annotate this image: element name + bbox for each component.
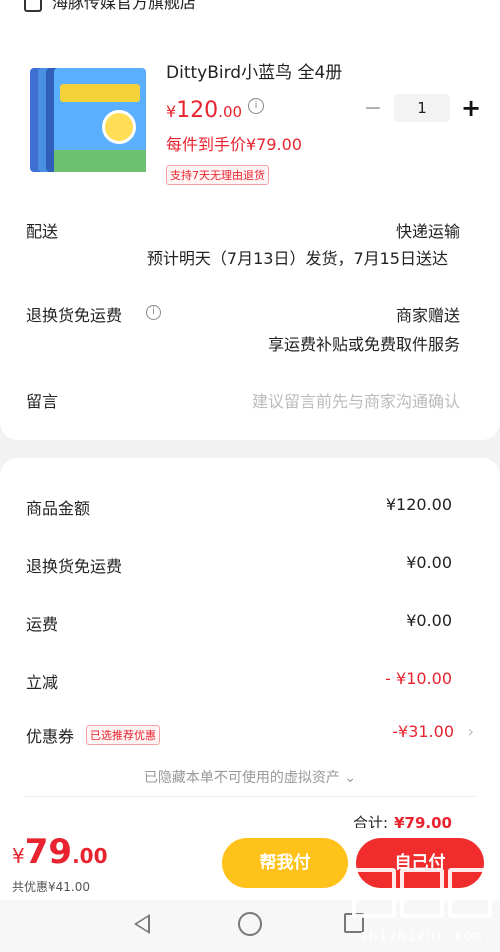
coupon-value[interactable]: -¥31.00 — [392, 722, 454, 741]
divider — [24, 796, 476, 797]
freight-value: ¥0.00 — [406, 611, 452, 630]
product-price: ¥ 120 .00 — [166, 98, 243, 123]
shipping-estimate: 预计明天（7月13日）发货，7月15日送达 — [146, 249, 448, 268]
watermark: zhizhizhi.com — [350, 864, 500, 952]
ground-graphic — [54, 150, 146, 172]
return-fee-value: ¥0.00 — [406, 553, 452, 572]
message-input[interactable]: 建议留言前先与商家沟通确认 — [252, 388, 460, 412]
bird-graphic — [102, 110, 136, 144]
shipping-method[interactable]: 快递运输 — [396, 218, 460, 242]
return-insurance-info-icon[interactable]: i — [146, 305, 161, 320]
total-saved: 共优惠¥41.00 — [12, 880, 90, 894]
help-pay-button[interactable]: 帮我付 — [222, 838, 348, 888]
shipping-label: 配送 — [26, 222, 59, 241]
home-icon[interactable] — [238, 912, 262, 936]
chevron-right-icon[interactable]: › — [468, 722, 474, 741]
discount-value: - ¥10.00 — [385, 669, 452, 688]
hidden-assets-toggle[interactable]: 已隐藏本单不可使用的虚拟资产 ⌄ — [0, 767, 500, 787]
coupon-recommended-badge: 已选推荐优惠 — [86, 725, 160, 745]
pay-amount: ¥ 79 .00 — [12, 832, 108, 872]
increase-button[interactable]: + — [460, 94, 482, 122]
decrease-button[interactable]: − — [362, 96, 384, 121]
product-title[interactable]: DittyBird小蓝鸟 全4册 — [166, 58, 342, 83]
back-icon[interactable] — [134, 914, 150, 934]
quantity-stepper: − 1 + — [362, 94, 482, 122]
coupon-label: 优惠券 — [26, 727, 75, 746]
return-insurance-value: 商家赠送 — [395, 306, 460, 325]
product-thumbnail[interactable] — [24, 62, 152, 182]
return-insurance-label: 退换货免运费 — [26, 306, 123, 325]
price-info-icon[interactable]: i — [248, 98, 264, 114]
message-label: 留言 — [26, 392, 59, 411]
store-header[interactable]: 海豚传媒官方旗舰店 — [24, 0, 196, 14]
goods-amount-label: 商品金额 — [26, 499, 91, 518]
watermark-logo — [352, 868, 496, 918]
return-fee-label: 退换货免运费 — [26, 557, 123, 576]
quantity-field[interactable]: 1 — [394, 94, 450, 122]
return-policy-badge: 支持7天无理由退货 — [166, 165, 269, 185]
promo-price: 每件到手价¥79.00 — [166, 135, 302, 154]
store-name: 海豚传媒官方旗舰店 — [52, 0, 197, 12]
book-title-graphic — [60, 84, 140, 102]
return-insurance-detail: 享运费补贴或免费取件服务 — [267, 335, 460, 354]
store-icon — [24, 0, 42, 12]
goods-amount-value: ¥120.00 — [385, 495, 452, 514]
discount-label: 立减 — [26, 673, 59, 692]
freight-label: 运费 — [26, 615, 59, 634]
watermark-text: zhizhizhi.com — [360, 928, 483, 944]
